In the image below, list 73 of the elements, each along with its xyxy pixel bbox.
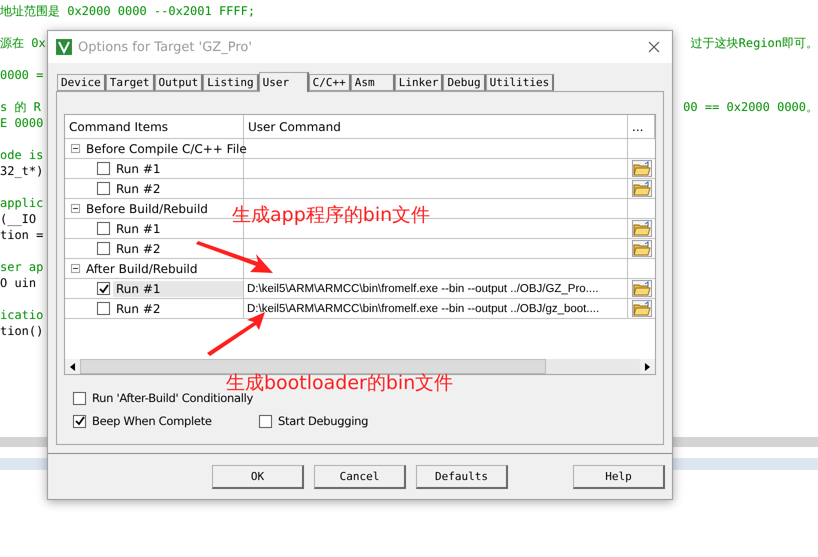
column-header: Command Items — [65, 115, 244, 138]
horizontal-scrollbar[interactable] — [65, 359, 655, 374]
dialog-button[interactable]: OK — [212, 464, 304, 488]
tree-item[interactable]: Before Compile C/C++ File — [83, 140, 250, 156]
tree-item[interactable]: Run #1 — [113, 220, 164, 236]
folder-icon[interactable] — [632, 220, 652, 237]
folder-icon[interactable] — [632, 160, 652, 177]
folder-icon[interactable] — [632, 300, 652, 317]
option-label: Run 'After-Build' Conditionally — [92, 391, 253, 405]
code-line: 0000 = — [0, 67, 44, 83]
column-header: User Command — [244, 115, 628, 138]
code-line: tion = — [0, 227, 44, 243]
tree-toggle[interactable] — [71, 264, 80, 273]
checkbox[interactable] — [97, 282, 110, 295]
window-title: Options for Target 'GZ_Pro' — [78, 40, 253, 54]
checkbox[interactable] — [259, 414, 272, 428]
tree-item[interactable]: Run #1 — [113, 160, 164, 176]
tab[interactable]: Asm — [350, 74, 395, 91]
folder-icon[interactable] — [632, 240, 652, 257]
arrow — [207, 312, 265, 356]
tab[interactable]: Utilities — [486, 74, 554, 91]
tab[interactable]: Target — [106, 74, 154, 91]
code-line: ser ap — [0, 259, 44, 275]
code-line: 地址范围是 0x2000 0000 --0x2001 FFFF; — [0, 3, 256, 19]
command-field[interactable]: D:\keil5\ARM\ARMCC\bin\fromelf.exe --bin --output ../OBJ/GZ_Pro.... — [244, 279, 628, 298]
tab[interactable]: User — [258, 72, 309, 92]
code-line: s 的 R — [0, 99, 41, 115]
tab[interactable]: Output — [154, 74, 204, 91]
option-label: Beep When Complete — [92, 414, 212, 428]
folder-icon[interactable] — [632, 280, 652, 297]
checkbox[interactable] — [97, 162, 110, 175]
annotation-text: 生成bootloader的bin文件 — [226, 371, 454, 394]
code-line: 源在 0x — [0, 35, 46, 51]
checkbox[interactable] — [73, 392, 86, 404]
checkbox[interactable] — [97, 222, 110, 235]
scroll-left-icon[interactable] — [70, 362, 75, 370]
folder-icon[interactable] — [632, 180, 652, 197]
app-logo-icon — [56, 39, 72, 55]
dialog-button[interactable]: Help — [573, 464, 665, 488]
tab[interactable]: C/C++ — [308, 74, 351, 91]
option-label: Start Debugging — [278, 414, 368, 428]
code-line: 32_t*) — [0, 163, 44, 179]
dialog-button[interactable]: Defaults — [416, 464, 508, 488]
annotation-text: 生成app程序的bin文件 — [232, 203, 430, 228]
tab[interactable]: Linker — [394, 74, 444, 91]
code-line: (__IO — [0, 211, 36, 227]
tab[interactable]: Debug — [443, 74, 486, 91]
checkbox[interactable] — [97, 242, 110, 255]
code-line: icatio — [0, 307, 44, 323]
checkbox[interactable] — [97, 302, 110, 315]
tree-item[interactable]: Run #1 — [113, 280, 243, 296]
tree-item[interactable]: Before Build/Rebuild — [83, 200, 211, 216]
close-icon[interactable] — [648, 41, 660, 53]
tree-item[interactable]: Run #2 — [113, 300, 164, 316]
column-header: ... — [628, 115, 655, 138]
code-line: tion() — [0, 323, 44, 339]
scroll-right-icon[interactable] — [645, 362, 650, 370]
code-line: ode is — [0, 147, 44, 163]
checkbox[interactable] — [97, 182, 110, 195]
code-line: 过于这块Region即可。 — [690, 35, 818, 51]
code-line: E 0000 — [0, 115, 44, 131]
checkbox[interactable] — [73, 414, 86, 428]
tree-item[interactable]: After Build/Rebuild — [83, 260, 200, 276]
code-line: applic — [0, 195, 44, 211]
tab[interactable]: Device — [57, 74, 106, 91]
dialog-button[interactable]: Cancel — [314, 464, 406, 488]
tab[interactable]: Listing — [203, 74, 259, 91]
tree-item[interactable]: Run #2 — [113, 180, 164, 196]
tree-toggle[interactable] — [71, 204, 80, 213]
code-line: 00 == 0x2000 0000。 — [683, 99, 818, 115]
code-line: O uin — [0, 275, 36, 291]
tree-item[interactable]: Run #2 — [113, 240, 164, 256]
tree-toggle[interactable] — [71, 144, 80, 153]
